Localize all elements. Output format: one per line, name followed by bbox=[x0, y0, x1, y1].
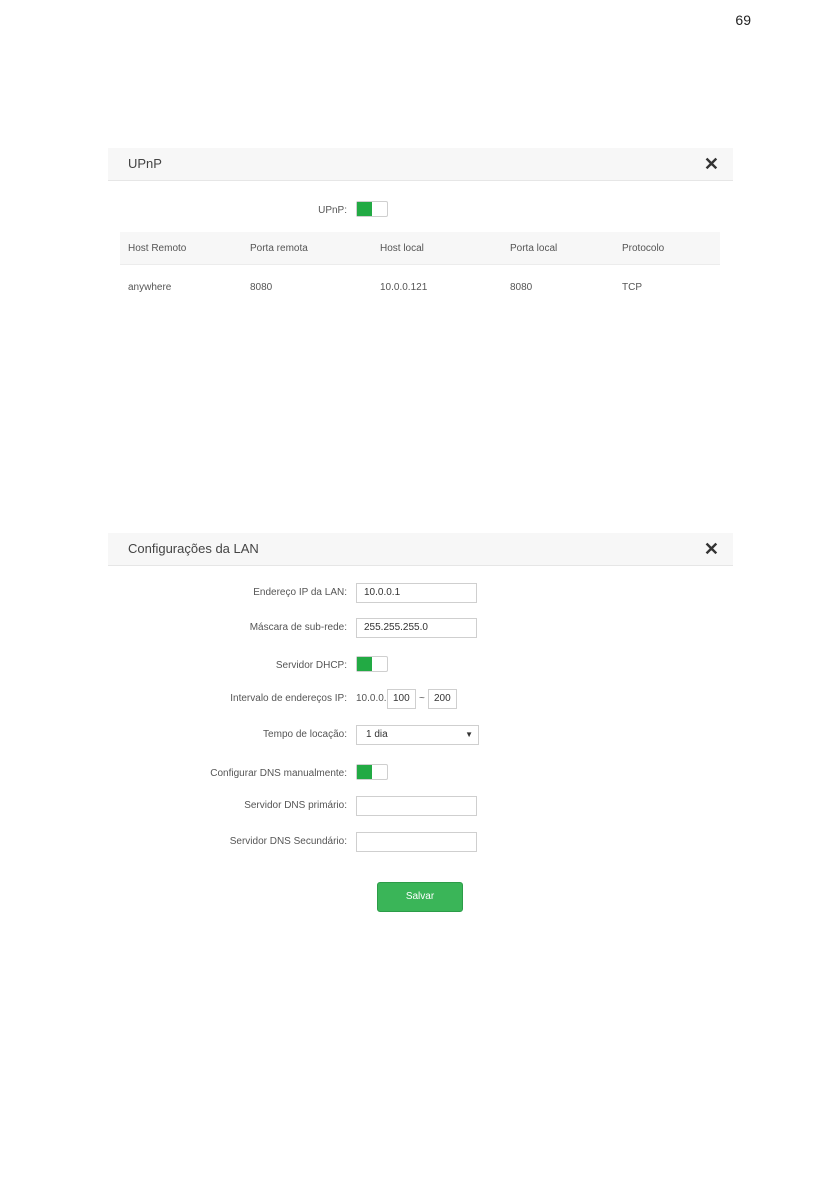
lease-time-label: Tempo de locação: bbox=[263, 729, 347, 740]
toggle-on-indicator bbox=[357, 202, 372, 216]
cell-protocol: TCP bbox=[622, 281, 642, 293]
toggle-on-indicator bbox=[357, 765, 372, 779]
upnp-toggle[interactable] bbox=[356, 201, 388, 217]
upnp-table: Host Remoto Porta remota Host local Port… bbox=[120, 232, 720, 309]
cell-local-port: 8080 bbox=[510, 281, 533, 293]
cell-local-host: 10.0.0.121 bbox=[380, 281, 428, 293]
subnet-mask-input[interactable]: 255.255.255.0 bbox=[356, 618, 477, 638]
lease-time-select[interactable]: 1 dia ▼ bbox=[356, 725, 479, 745]
lan-settings-dialog: Configurações da LAN ✕ Endereço IP da LA… bbox=[108, 533, 733, 933]
dns-primary-row: Servidor DNS primário: bbox=[108, 796, 733, 818]
ip-range-end-input[interactable]: 200 bbox=[428, 689, 457, 709]
dns-secondary-label: Servidor DNS Secundário: bbox=[229, 836, 347, 847]
ip-range-row: Intervalo de endereços IP: 10.0.0. 100 ~… bbox=[108, 689, 733, 711]
subnet-mask-label: Máscara de sub-rede: bbox=[249, 622, 347, 633]
lan-ip-row: Endereço IP da LAN: 10.0.0.1 bbox=[108, 583, 733, 605]
table-row: anywhere 8080 10.0.0.121 8080 TCP bbox=[120, 265, 720, 310]
lease-time-row: Tempo de locação: 1 dia ▼ bbox=[108, 725, 733, 747]
dns-secondary-input[interactable] bbox=[356, 832, 477, 852]
ip-range-prefix: 10.0.0. bbox=[356, 693, 387, 704]
lan-dialog-header: Configurações da LAN ✕ bbox=[108, 533, 733, 566]
page-number: 69 bbox=[735, 12, 751, 28]
dhcp-server-toggle[interactable] bbox=[356, 656, 388, 672]
close-icon[interactable]: ✕ bbox=[704, 540, 719, 558]
dhcp-server-row: Servidor DHCP: bbox=[108, 656, 733, 678]
dns-primary-label: Servidor DNS primário: bbox=[244, 800, 347, 811]
column-header-remote-host: Host Remoto bbox=[120, 232, 249, 265]
upnp-toggle-label: UPnP: bbox=[318, 205, 347, 216]
cell-remote-port: 8080 bbox=[250, 281, 273, 293]
column-header-remote-port: Porta remota bbox=[249, 232, 379, 265]
dns-secondary-row: Servidor DNS Secundário: bbox=[108, 832, 733, 854]
lan-ip-label: Endereço IP da LAN: bbox=[253, 587, 347, 598]
cell-remote-host: anywhere bbox=[128, 281, 172, 293]
subnet-mask-row: Máscara de sub-rede: 255.255.255.0 bbox=[108, 618, 733, 640]
upnp-toggle-row: UPnP: bbox=[108, 201, 733, 223]
close-icon[interactable]: ✕ bbox=[704, 155, 719, 173]
dhcp-server-label: Servidor DHCP: bbox=[275, 660, 347, 671]
dns-manual-toggle[interactable] bbox=[356, 764, 388, 780]
lan-dialog-title: Configurações da LAN bbox=[128, 541, 259, 556]
lan-ip-input[interactable]: 10.0.0.1 bbox=[356, 583, 477, 603]
upnp-dialog: UPnP ✕ UPnP: Host Remoto Porta remota Ho… bbox=[108, 148, 733, 318]
column-header-local-host: Host local bbox=[379, 232, 509, 265]
dns-primary-input[interactable] bbox=[356, 796, 477, 816]
ip-range-label: Intervalo de endereços IP: bbox=[230, 693, 347, 704]
toggle-on-indicator bbox=[357, 657, 372, 671]
dns-manual-label: Configurar DNS manualmente: bbox=[210, 768, 347, 779]
ip-range-separator: ~ bbox=[419, 693, 425, 704]
column-header-protocol: Protocolo bbox=[621, 232, 720, 265]
column-header-local-port: Porta local bbox=[509, 232, 621, 265]
upnp-dialog-title: UPnP bbox=[128, 156, 162, 171]
ip-range-start-input[interactable]: 100 bbox=[387, 689, 416, 709]
save-button[interactable]: Salvar bbox=[377, 882, 463, 912]
dns-manual-row: Configurar DNS manualmente: bbox=[108, 764, 733, 786]
table-header-row: Host Remoto Porta remota Host local Port… bbox=[120, 232, 720, 265]
upnp-dialog-header: UPnP ✕ bbox=[108, 148, 733, 181]
chevron-down-icon: ▼ bbox=[465, 730, 473, 739]
lease-time-value: 1 dia bbox=[366, 729, 388, 740]
